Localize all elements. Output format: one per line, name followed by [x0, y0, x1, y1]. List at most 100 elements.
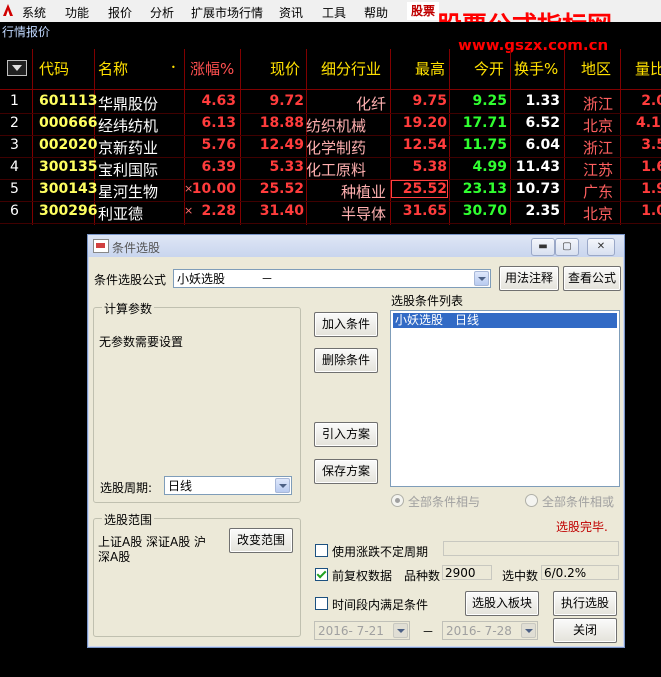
- chevron-down-icon[interactable]: [393, 623, 408, 638]
- run-filter-button[interactable]: 执行选股: [553, 591, 617, 616]
- menu-stock[interactable]: 股票: [407, 2, 440, 20]
- formula-select[interactable]: 小妖选股 －: [173, 269, 491, 288]
- table-row[interactable]: 1 601113华鼎股份 4.63 9.72 化纤 9.75 9.25 1.33 浙江 2.0: [0, 91, 661, 114]
- chevron-down-icon[interactable]: [275, 478, 290, 493]
- col-high[interactable]: 最高: [415, 58, 445, 79]
- dialog-titlebar[interactable]: 条件选股 ▬ ▢ ✕: [88, 235, 624, 257]
- menu-help[interactable]: 帮助: [364, 4, 388, 21]
- cell-ratio: 1.6: [641, 159, 661, 175]
- formula-select-value: 小妖选股 －: [177, 272, 274, 286]
- table-row[interactable]: 6 300296 利亚德 × 2.28 31.40 半导体 31.65 30.70 2.35 北京 1…: [0, 201, 661, 224]
- range-group-title: 选股范围: [102, 511, 155, 528]
- cell-turnover: 6.04: [525, 137, 560, 153]
- cell-idx: 6: [10, 203, 19, 219]
- table-row[interactable]: 3 002020 京新药业 5.76 12.49 化学制药 12.54 11.75 6.04 浙江…: [0, 135, 661, 158]
- col-industry[interactable]: 细分行业: [321, 58, 381, 79]
- col-price[interactable]: 现价: [270, 58, 300, 79]
- adjust-data-checkbox[interactable]: [315, 568, 328, 581]
- cell-name: 利亚德: [98, 205, 144, 223]
- selected-label: 选中数: [502, 569, 539, 583]
- cell-chg: 2.28: [201, 203, 236, 219]
- range-text-2: 深A股: [98, 550, 131, 564]
- cell-code: 300135: [39, 159, 98, 175]
- save-scheme-button[interactable]: 保存方案: [314, 459, 378, 484]
- uncertain-period-input: [443, 541, 619, 556]
- change-range-button[interactable]: 改变范围: [229, 528, 293, 553]
- date-to-picker[interactable]: 2016- 7-28: [442, 621, 538, 640]
- close-button[interactable]: 关闭: [553, 618, 617, 643]
- condition-list-item[interactable]: 小妖选股 日线: [393, 313, 617, 328]
- delete-condition-button[interactable]: 删除条件: [314, 348, 378, 373]
- condition-list[interactable]: 小妖选股 日线: [390, 310, 620, 487]
- range-group: 选股范围 上证A股 深证A股 沪 深A股 改变范围: [93, 511, 301, 637]
- col-open[interactable]: 今开: [474, 58, 504, 79]
- dialog-title: 条件选股: [112, 241, 161, 255]
- cell-open: 17.71: [462, 115, 507, 131]
- usage-notes-button[interactable]: 用法注释: [499, 266, 559, 291]
- cell-ratio: 1.0: [641, 203, 661, 219]
- cell-open: 9.25: [472, 93, 507, 109]
- uncertain-period-checkbox[interactable]: [315, 544, 328, 557]
- tab-quote-list[interactable]: 行情报价: [0, 22, 81, 42]
- menu-quote[interactable]: 报价: [108, 4, 132, 21]
- minimize-icon[interactable]: ▬: [531, 238, 555, 256]
- cell-chg: 6.39: [201, 159, 236, 175]
- sort-dropdown-icon[interactable]: [7, 60, 27, 76]
- cell-turnover: 6.52: [525, 115, 560, 131]
- uncertain-period-label: 使用涨跌不定周期: [332, 545, 429, 559]
- cell-code: 002020: [39, 137, 98, 153]
- cell-high: 5.38: [412, 159, 447, 175]
- period-select[interactable]: 日线: [164, 476, 292, 495]
- table-row[interactable]: 5 300143 星河生物 × 10.00 25.52 种植业 25.52 23.13 10.73…: [0, 179, 661, 202]
- cell-region: 北京: [583, 117, 614, 135]
- menu-news[interactable]: 资讯: [279, 4, 303, 21]
- cell-name: 宝利国际: [98, 161, 159, 179]
- add-condition-button[interactable]: 加入条件: [314, 312, 378, 337]
- table-row[interactable]: 4 300135 宝利国际 6.39 5.33 化工原料 5.38 4.99 11.43 江苏 1.…: [0, 157, 661, 180]
- cell-price: 9.72: [269, 93, 304, 109]
- menu-analysis[interactable]: 分析: [150, 4, 174, 21]
- cell-name: 星河生物: [98, 183, 159, 201]
- cell-industry: 纺织机械: [306, 117, 367, 135]
- col-volume-ratio[interactable]: 量比: [635, 58, 661, 79]
- cell-code: 601113: [39, 93, 98, 109]
- radio-or[interactable]: [525, 494, 538, 507]
- col-code[interactable]: 代码: [39, 58, 69, 79]
- cell-code: 000666: [39, 115, 98, 131]
- import-scheme-button[interactable]: 引入方案: [314, 422, 378, 447]
- cell-idx: 1: [10, 93, 19, 109]
- cell-idx: 5: [10, 181, 19, 197]
- cell-price: 5.33: [269, 159, 304, 175]
- chevron-down-icon[interactable]: [521, 623, 536, 638]
- cell-ratio: 2.0: [641, 93, 661, 109]
- date-separator: －: [422, 625, 435, 639]
- condition-list-label: 选股条件列表: [391, 294, 464, 308]
- cell-chg: 5.76: [201, 137, 236, 153]
- cell-high: 25.52: [391, 180, 448, 198]
- cell-idx: 3: [10, 137, 19, 153]
- cell-idx: 4: [10, 159, 19, 175]
- maximize-icon[interactable]: ▢: [555, 238, 579, 256]
- time-range-checkbox[interactable]: [315, 597, 328, 610]
- menu-tools[interactable]: 工具: [322, 4, 346, 21]
- menu-system[interactable]: 系统: [22, 4, 46, 21]
- selected-value: 6/0.2%: [541, 565, 619, 580]
- date-from-picker[interactable]: 2016- 7-21: [314, 621, 410, 640]
- menu-function[interactable]: 功能: [65, 4, 89, 21]
- cell-region: 广东: [583, 183, 614, 201]
- view-formula-button[interactable]: 查看公式: [563, 266, 621, 291]
- radio-and[interactable]: [391, 494, 404, 507]
- add-to-block-button[interactable]: 选股入板块: [465, 591, 539, 616]
- col-region[interactable]: 地区: [581, 58, 611, 79]
- table-row[interactable]: 2 000666 经纬纺机 6.13 18.88 纺织机械 19.20 17.71 6.52 北京…: [0, 113, 661, 136]
- menu-extended-market[interactable]: 扩展市场行情: [191, 4, 263, 21]
- col-change[interactable]: 涨幅%: [190, 58, 234, 79]
- close-icon[interactable]: ✕: [587, 238, 615, 256]
- col-name[interactable]: 名称: [98, 58, 128, 79]
- params-group: 计算参数 无参数需要设置 选股周期: 日线: [93, 300, 301, 503]
- cell-open: 4.99: [472, 159, 507, 175]
- col-turnover[interactable]: 换手%: [514, 58, 558, 79]
- adjust-data-label: 前复权数据: [332, 569, 393, 583]
- period-label: 选股周期:: [100, 481, 153, 495]
- chevron-down-icon[interactable]: [474, 271, 489, 286]
